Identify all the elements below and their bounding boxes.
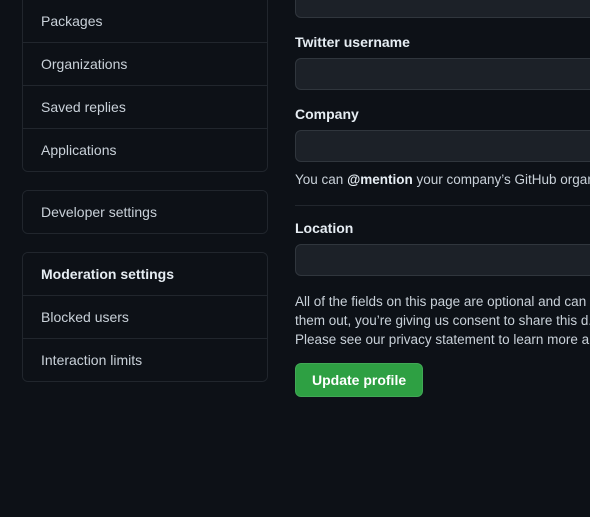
company-help-mention: @mention [347, 172, 413, 187]
sidebar-item-blocked-users[interactable]: Blocked users [23, 295, 267, 338]
settings-sidebar: Repositories Packages Organizations Save… [22, 0, 268, 400]
company-help-text: You can @mention your company’s GitHub o… [295, 171, 590, 189]
sidebar-group-account: Repositories Packages Organizations Save… [22, 0, 268, 172]
company-label: Company [295, 106, 359, 122]
field-location: Location [295, 220, 590, 276]
company-help-suffix: your company’s GitHub organ [412, 172, 590, 187]
sidebar-group-moderation: Moderation settings Blocked users Intera… [22, 252, 268, 382]
privacy-note-line: Please see our privacy statement to lear… [295, 332, 590, 347]
sidebar-item-developer-settings[interactable]: Developer settings [23, 191, 267, 233]
sidebar-item-applications[interactable]: Applications [23, 128, 267, 171]
twitter-username-input[interactable] [295, 58, 590, 90]
sidebar-item-moderation-settings[interactable]: Moderation settings [23, 253, 267, 295]
privacy-note-line: All of the fields on this page are optio… [295, 294, 587, 309]
privacy-note: All of the fields on this page are optio… [295, 292, 590, 349]
settings-page: Repositories Packages Organizations Save… [0, 0, 590, 517]
public-profile-form: g URL Twitter username Company You can @… [295, 0, 590, 397]
form-divider [295, 205, 590, 206]
sidebar-item-interaction-limits[interactable]: Interaction limits [23, 338, 267, 381]
privacy-note-line: them out, you’re giving us consent to sh… [295, 313, 590, 328]
twitter-username-label: Twitter username [295, 34, 410, 50]
location-label: Location [295, 220, 354, 236]
url-input[interactable] [295, 0, 590, 18]
location-input[interactable] [295, 244, 590, 276]
sidebar-group-developer: Developer settings [22, 190, 268, 234]
field-url: URL [295, 0, 590, 18]
company-input[interactable] [295, 130, 590, 162]
update-profile-button[interactable]: Update profile [295, 363, 424, 397]
field-twitter-username: Twitter username [295, 34, 590, 90]
sidebar-item-packages[interactable]: Packages [23, 0, 267, 42]
field-company: Company You can @mention your company’s … [295, 106, 590, 189]
company-help-prefix: You can [295, 172, 348, 187]
sidebar-item-organizations[interactable]: Organizations [23, 42, 267, 85]
sidebar-item-saved-replies[interactable]: Saved replies [23, 85, 267, 128]
